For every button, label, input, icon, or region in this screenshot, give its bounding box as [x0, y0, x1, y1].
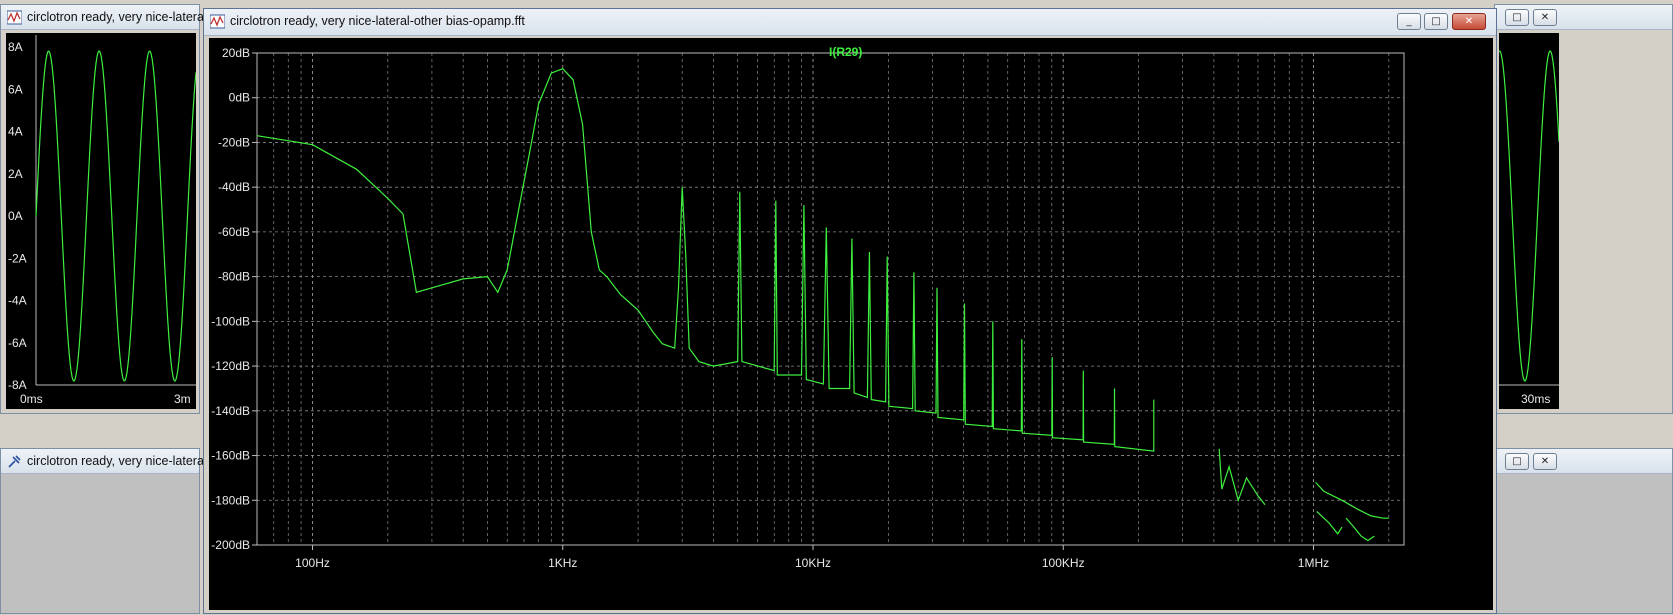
fft-series-line-4: [1345, 517, 1375, 542]
transient-x-tick-1: 3m: [174, 392, 191, 406]
close-button[interactable]: ✕: [1533, 9, 1557, 26]
maximize-button[interactable]: □: [1505, 453, 1529, 470]
x-tick-label: 1MHz: [1298, 556, 1329, 570]
y-tick-label: 20dB: [222, 46, 250, 60]
transient-window-right-titlebar[interactable]: □ ✕: [1495, 5, 1672, 30]
maximize-button[interactable]: □: [1424, 13, 1448, 30]
maximize-icon: □: [1512, 456, 1522, 467]
transient-y-tick-label: -4A: [8, 294, 27, 308]
transient-window-title: circlotron ready, very nice-lateral: [27, 10, 207, 24]
y-tick-label: -160dB: [211, 449, 250, 463]
transient-window-right[interactable]: □ ✕ 30ms: [1494, 4, 1673, 414]
fft-series-line-3: [1316, 511, 1343, 535]
lower-window-title: circlotron ready, very nice-lateral: [27, 454, 207, 468]
y-tick-label: -120dB: [211, 359, 250, 373]
close-icon: ✕: [1540, 12, 1550, 23]
maximize-icon: □: [1431, 16, 1441, 27]
transient-y-tick-label: -2A: [8, 251, 27, 265]
x-tick-label: 10KHz: [795, 556, 831, 570]
close-icon: ✕: [1464, 16, 1474, 27]
minimize-icon: _: [1406, 16, 1412, 27]
transient-y-tick-label: 6A: [8, 82, 23, 96]
transient-x-tick-0: 0ms: [20, 392, 43, 406]
lower-window-titlebar[interactable]: circlotron ready, very nice-lateral: [1, 449, 207, 474]
transient-plot[interactable]: 8A 6A 4A 2A 0A -2A -4A -6A -8A 0ms 3m: [6, 33, 197, 409]
transient-y-tick-label: 2A: [8, 167, 23, 181]
transient-y-tick-label: 4A: [8, 125, 23, 139]
probe-icon: [8, 455, 21, 468]
transient-trace: [35, 50, 197, 382]
fft-window[interactable]: circlotron ready, very nice-lateral-othe…: [203, 8, 1497, 614]
transient-right-x-tick: 30ms: [1521, 392, 1550, 406]
transient-y-tick-label: -6A: [8, 336, 27, 350]
fft-series-line-0: [256, 67, 1155, 452]
plot-frame: [256, 52, 1405, 546]
lower-window-right[interactable]: □ ✕: [1494, 448, 1673, 614]
fft-window-titlebar[interactable]: circlotron ready, very nice-lateral-othe…: [204, 9, 1496, 36]
transient-plot-svg: 8A 6A 4A 2A 0A -2A -4A -6A -8A 0ms 3m: [8, 35, 197, 406]
x-tick-label: 100KHz: [1042, 556, 1085, 570]
close-button[interactable]: ✕: [1533, 453, 1557, 470]
y-tick-label: -180dB: [211, 493, 250, 507]
transient-plot-right[interactable]: 30ms: [1498, 33, 1560, 409]
fft-window-title: circlotron ready, very nice-lateral-othe…: [230, 14, 525, 28]
fft-chart: 20dB 0dB -20dB -40dB -60dB -80dB -100dB -120dB -…: [211, 45, 1405, 570]
transient-y-tick-label: 8A: [8, 40, 23, 54]
x-tick-label: 1KHz: [548, 556, 577, 570]
lower-window[interactable]: circlotron ready, very nice-lateral: [0, 448, 207, 614]
y-tick-label: -40dB: [218, 180, 250, 194]
waveform-icon: [210, 14, 225, 29]
y-tick-label: -20dB: [218, 135, 250, 149]
x-tick-label: 100Hz: [295, 556, 330, 570]
transient-y-tick-label: 0A: [8, 209, 23, 223]
waveform-icon: [7, 10, 22, 25]
transient-window-titlebar[interactable]: circlotron ready, very nice-lateral: [1, 5, 207, 30]
y-tick-label: -200dB: [211, 538, 250, 552]
transient-trace-right: [1498, 50, 1560, 382]
y-tick-label: -140dB: [211, 404, 250, 418]
transient-plot-right-svg: 30ms: [1498, 50, 1560, 406]
close-button[interactable]: ✕: [1452, 13, 1486, 30]
transient-window-left[interactable]: circlotron ready, very nice-lateral 8A 6A…: [0, 4, 207, 414]
y-tick-label: -80dB: [218, 270, 250, 284]
minimize-button[interactable]: _: [1397, 13, 1421, 30]
fft-plot-area[interactable]: 20dB 0dB -20dB -40dB -60dB -80dB -100dB -120dB -…: [209, 38, 1493, 610]
maximize-button[interactable]: □: [1505, 9, 1529, 26]
lower-window-right-titlebar[interactable]: □ ✕: [1495, 449, 1672, 474]
y-tick-label: 0dB: [229, 91, 250, 105]
transient-y-tick-label: -8A: [8, 378, 27, 392]
y-tick-label: -100dB: [211, 314, 250, 328]
chart-title: I(R29): [829, 45, 862, 59]
maximize-icon: □: [1512, 12, 1522, 23]
close-icon: ✕: [1540, 456, 1550, 467]
y-tick-label: -60dB: [218, 225, 250, 239]
